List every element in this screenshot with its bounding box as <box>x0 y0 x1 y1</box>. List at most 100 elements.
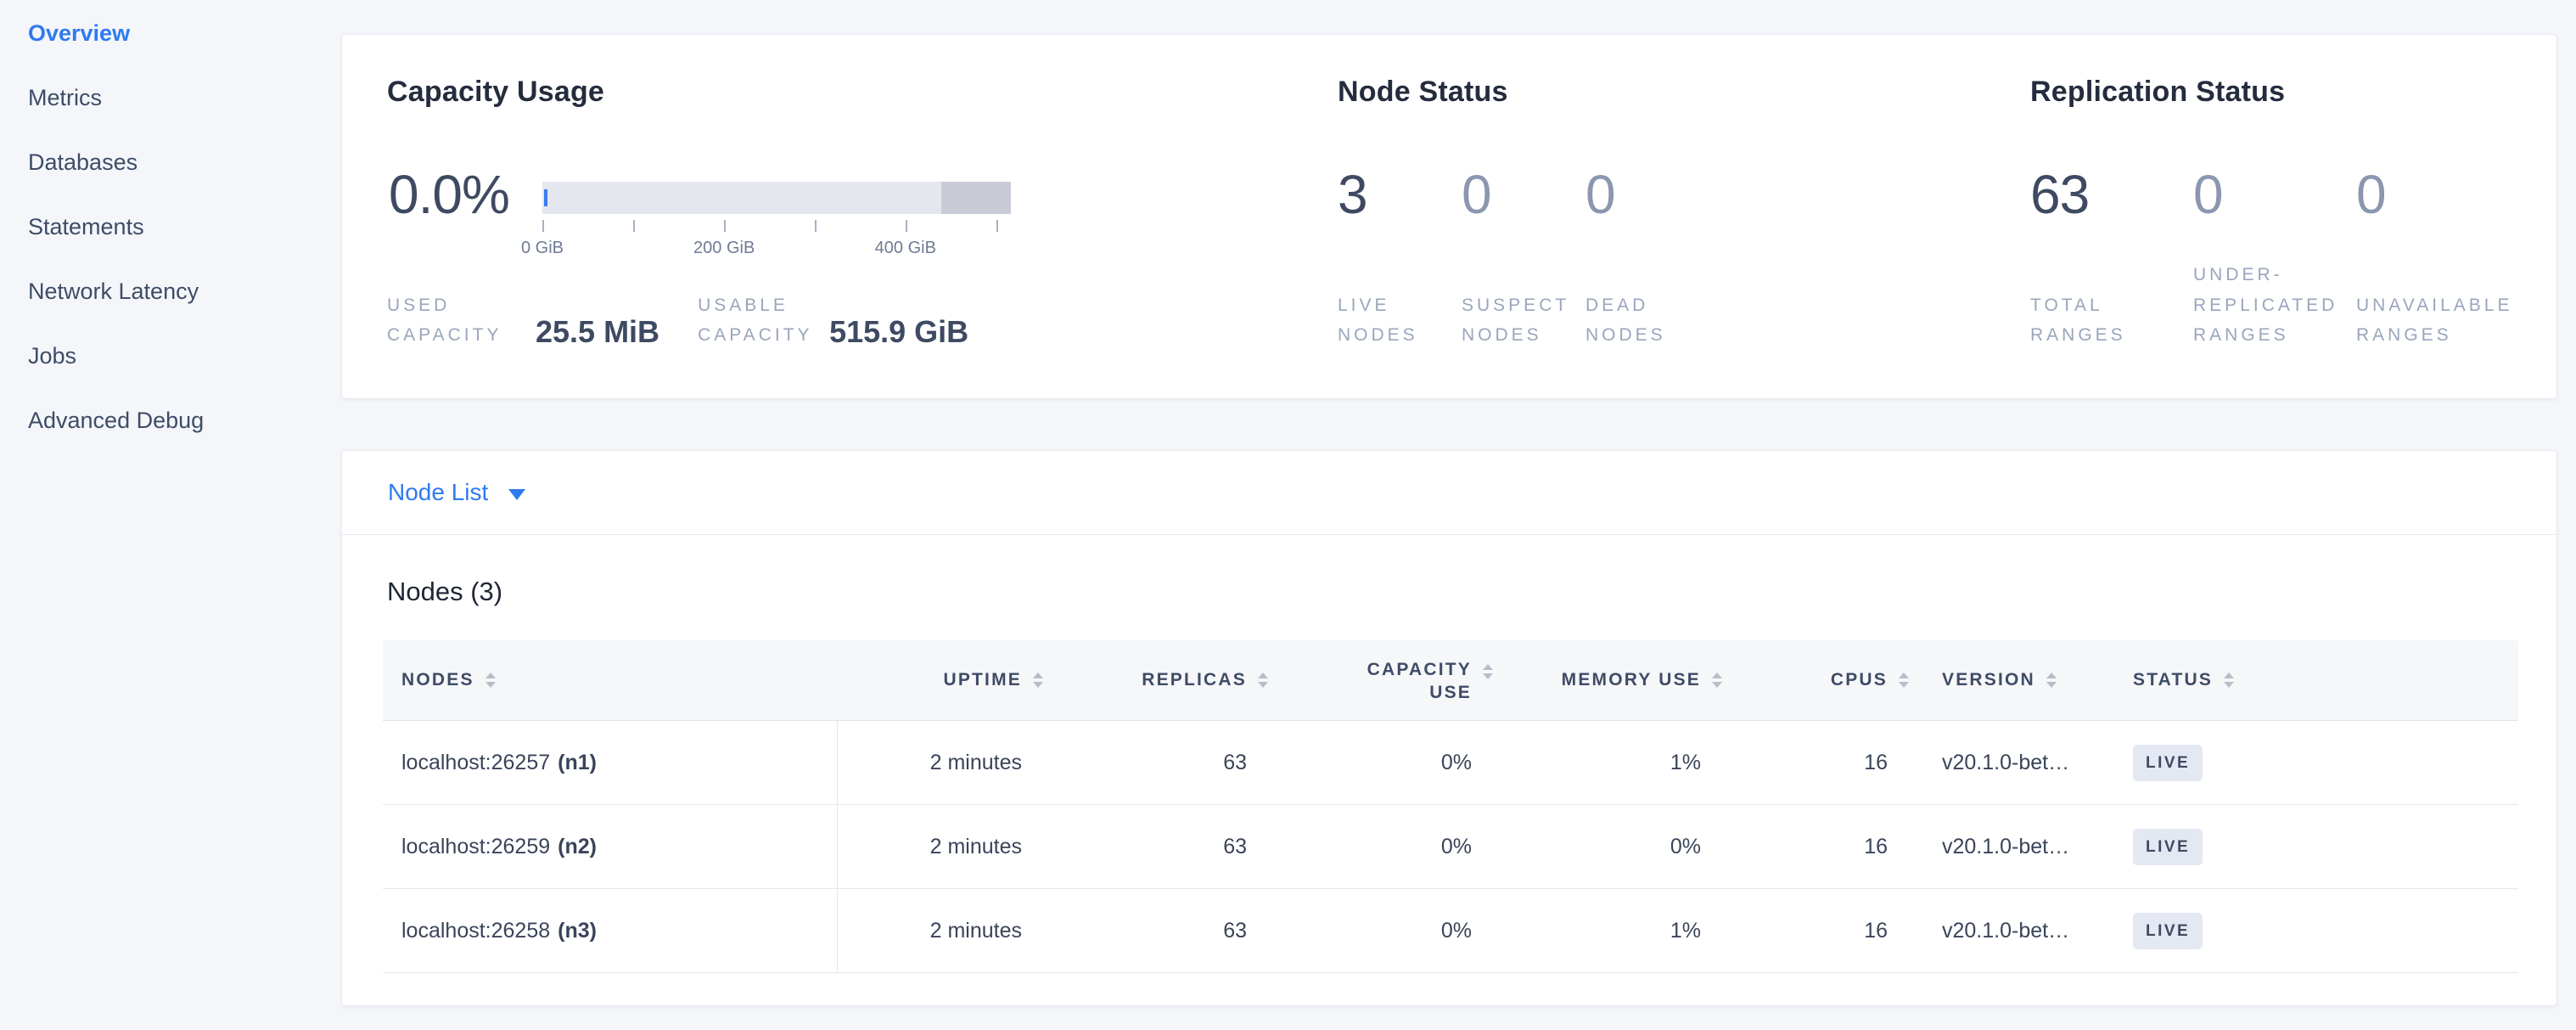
under-replicated-ranges-value: 0 <box>2193 167 2356 222</box>
node-status-values: 3 0 0 <box>1338 167 1709 222</box>
version-cell: v20.1.0-bet… <box>1898 835 2123 859</box>
axis-label: 200 GiB <box>693 239 755 258</box>
capacity-use-cell: 0% <box>1257 751 1482 775</box>
column-header-version[interactable]: VERSION <box>1898 640 2123 720</box>
capacity-use-cell: 0% <box>1257 919 1482 943</box>
sort-icon <box>2046 673 2057 688</box>
node-address: localhost:26259 <box>401 835 550 858</box>
overview-page: { "sidebar": { "items": [ { "label": "Ov… <box>0 0 2576 1030</box>
status-cell: LIVE <box>2123 745 2518 781</box>
unavailable-ranges-label: UNAVAILABLE RANGES <box>2356 290 2511 351</box>
column-header-label: MEMORY USE <box>1562 670 1701 690</box>
node-status-labels: LIVE NODES SUSPECT NODES DEAD NODES <box>1338 290 1709 351</box>
sort-icon <box>2224 673 2234 688</box>
replication-status-title: Replication Status <box>2030 77 2285 106</box>
axis-label: 400 GiB <box>875 239 936 258</box>
column-header-replicas[interactable]: REPLICAS <box>1032 640 1257 720</box>
sidebar-item-statements[interactable]: Statements <box>0 194 341 259</box>
table-row[interactable]: localhost:26258(n3)2 minutes630%1%16v20.… <box>383 889 2518 973</box>
cpus-cell: 16 <box>1711 751 1898 775</box>
column-header-label: NODES <box>401 670 474 690</box>
capacity-other-segment <box>941 182 1011 214</box>
column-divider <box>837 721 838 974</box>
status-badge: LIVE <box>2133 829 2203 865</box>
sidebar-item-overview[interactable]: Overview <box>0 1 341 65</box>
replicas-cell: 63 <box>1032 751 1257 775</box>
sidebar-item-databases[interactable]: Databases <box>0 130 341 194</box>
live-nodes-label: LIVE NODES <box>1338 290 1441 351</box>
node-id: (n1) <box>558 751 597 774</box>
column-header-label: REPLICAS <box>1142 670 1247 690</box>
table-row[interactable]: localhost:26257(n1)2 minutes630%1%16v20.… <box>383 721 2518 805</box>
capacity-axis-ticks <box>542 220 1011 233</box>
capacity-use-cell: 0% <box>1257 835 1482 859</box>
under-replicated-ranges-label: UNDER-REPLICATED RANGES <box>2193 260 2348 351</box>
column-header-memory-use[interactable]: MEMORY USE <box>1482 640 1711 720</box>
nodes-count-heading: Nodes (3) <box>387 578 502 605</box>
used-capacity-label: USED CAPACITY <box>387 290 497 351</box>
sidebar-item-jobs[interactable]: Jobs <box>0 324 341 388</box>
cluster-summary-panel: Capacity Usage 0.0% 0 GiB 200 GiB 400 Gi… <box>341 34 2557 399</box>
uptime-cell: 2 minutes <box>837 835 1032 859</box>
column-header-label: CAPACITY USE <box>1357 658 1472 705</box>
memory-use-cell: 1% <box>1482 751 1711 775</box>
capacity-bar <box>542 182 1011 214</box>
node-list-dropdown-label: Node List <box>388 479 488 506</box>
capacity-used-segment <box>544 189 547 206</box>
replication-status-labels: TOTAL RANGES UNDER-REPLICATED RANGES UNA… <box>2030 260 2519 351</box>
node-list-dropdown[interactable]: Node List <box>342 451 2556 535</box>
capacity-usage-title: Capacity Usage <box>387 77 604 106</box>
sidebar-item-network-latency[interactable]: Network Latency <box>0 259 341 324</box>
usable-capacity-label: USABLE CAPACITY <box>698 290 808 351</box>
version-cell: v20.1.0-bet… <box>1898 751 2123 775</box>
total-ranges-value: 63 <box>2030 167 2193 222</box>
live-nodes-value: 3 <box>1338 167 1462 222</box>
node-address-cell: localhost:26257 (n1) <box>383 751 837 775</box>
node-address-cell: localhost:26258 (n3) <box>383 919 837 943</box>
replicas-cell: 63 <box>1032 919 1257 943</box>
replication-status-values: 63 0 0 <box>2030 167 2519 222</box>
capacity-stats: USED CAPACITY 25.5 MiB USABLE CAPACITY 5… <box>387 290 968 351</box>
status-cell: LIVE <box>2123 829 2518 865</box>
sidebar: OverviewMetricsDatabasesStatementsNetwor… <box>0 0 341 453</box>
sidebar-item-metrics[interactable]: Metrics <box>0 65 341 130</box>
cpus-cell: 16 <box>1711 919 1898 943</box>
node-status-title: Node Status <box>1338 77 1508 106</box>
node-address-cell: localhost:26259 (n2) <box>383 835 837 859</box>
suspect-nodes-label: SUSPECT NODES <box>1462 290 1565 351</box>
nodes-table-body: localhost:26257(n1)2 minutes630%1%16v20.… <box>383 721 2518 973</box>
used-capacity-value: 25.5 MiB <box>536 317 659 347</box>
sidebar-item-advanced-debug[interactable]: Advanced Debug <box>0 388 341 453</box>
nodes-table: NODES UPTIME REPLICAS CAPACITY USE MEMORY US… <box>383 640 2518 973</box>
node-id: (n2) <box>558 835 597 858</box>
dead-nodes-label: DEAD NODES <box>1585 290 1689 351</box>
sort-icon <box>485 673 496 688</box>
node-address: localhost:26258 <box>401 919 550 943</box>
column-header-uptime[interactable]: UPTIME <box>837 640 1032 720</box>
column-header-label: UPTIME <box>943 670 1022 690</box>
column-header-cpus[interactable]: CPUS <box>1711 640 1898 720</box>
uptime-cell: 2 minutes <box>837 919 1032 943</box>
column-header-label: CPUS <box>1831 670 1888 690</box>
total-ranges-label: TOTAL RANGES <box>2030 290 2185 351</box>
memory-use-cell: 0% <box>1482 835 1711 859</box>
unavailable-ranges-value: 0 <box>2356 167 2519 222</box>
node-id: (n3) <box>558 919 597 943</box>
column-header-label: STATUS <box>2133 670 2213 690</box>
replicas-cell: 63 <box>1032 835 1257 859</box>
axis-label: 0 GiB <box>521 239 564 258</box>
capacity-used-percent: 0.0% <box>389 167 509 222</box>
table-row[interactable]: localhost:26259(n2)2 minutes630%0%16v20.… <box>383 805 2518 889</box>
node-list-panel: Node List Nodes (3) NODES UPTIME REPLICAS C… <box>341 450 2557 1006</box>
suspect-nodes-value: 0 <box>1462 167 1585 222</box>
status-badge: LIVE <box>2133 745 2203 781</box>
column-header-label: VERSION <box>1942 670 2035 690</box>
column-header-status[interactable]: STATUS <box>2123 640 2518 720</box>
node-address: localhost:26257 <box>401 751 550 774</box>
usable-capacity-value: 515.9 GiB <box>829 317 968 347</box>
cpus-cell: 16 <box>1711 835 1898 859</box>
status-badge: LIVE <box>2133 913 2203 949</box>
column-header-capacity-use[interactable]: CAPACITY USE <box>1257 640 1482 720</box>
column-header-nodes[interactable]: NODES <box>383 640 837 720</box>
nodes-table-header: NODES UPTIME REPLICAS CAPACITY USE MEMORY US… <box>383 640 2518 721</box>
